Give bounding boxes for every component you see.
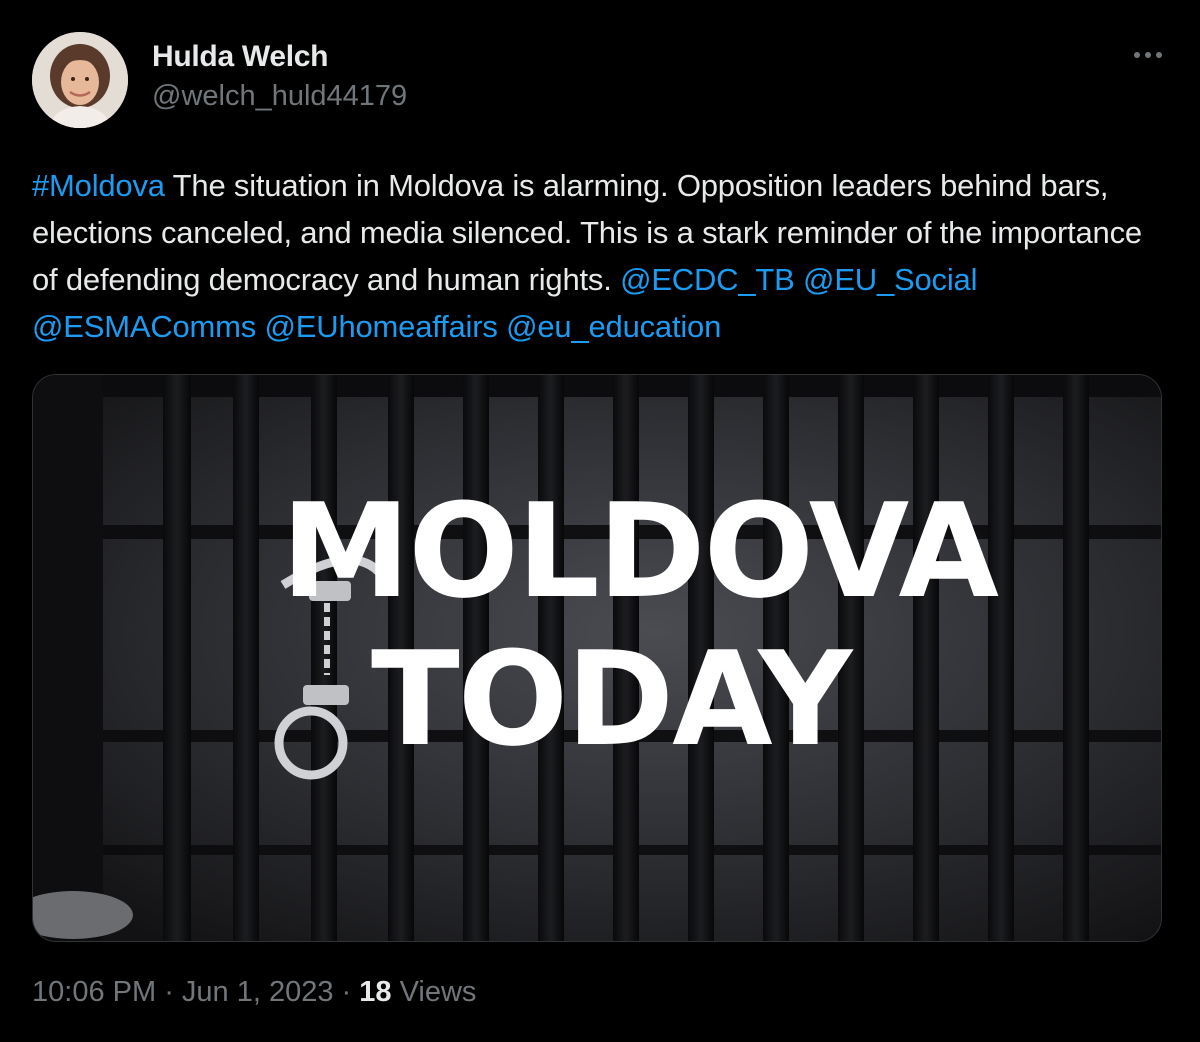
media-title-line1: MOLDOVA — [281, 475, 999, 627]
avatar-image — [32, 32, 128, 128]
meta-separator-2: · — [333, 976, 360, 1008]
mention-ecdc-tb[interactable]: @ECDC_TB — [620, 262, 795, 297]
views-count[interactable]: 18 — [359, 976, 391, 1008]
meta-separator: · — [156, 976, 182, 1008]
tweet-media-image[interactable]: MOLDOVA TODAY — [32, 374, 1162, 942]
tweet-card: Hulda Welch @welch_huld44179 #Moldova Th… — [0, 0, 1200, 1042]
media-title-line2: TODAY — [371, 623, 852, 775]
user-handle[interactable]: @welch_huld44179 — [152, 80, 407, 113]
views-label[interactable]: Views — [392, 976, 477, 1008]
tweet-date[interactable]: Jun 1, 2023 — [182, 976, 334, 1008]
more-horizontal-icon — [1134, 52, 1162, 58]
hashtag-moldova[interactable]: #Moldova — [32, 168, 165, 203]
tweet-time[interactable]: 10:06 PM — [32, 976, 156, 1008]
tweet-meta: 10:06 PM · Jun 1, 2023 · 18 Views — [32, 976, 476, 1009]
mention-euhomeaffairs[interactable]: @EUhomeaffairs — [265, 309, 498, 344]
more-button[interactable] — [1128, 40, 1168, 70]
media-title: MOLDOVA TODAY — [281, 475, 999, 775]
mention-eu-education[interactable]: @eu_education — [506, 309, 721, 344]
avatar[interactable] — [32, 32, 128, 128]
tweet-text: #Moldova The situation in Moldova is ala… — [32, 162, 1172, 350]
mention-eu-social[interactable]: @EU_Social — [803, 262, 977, 297]
mention-esmacomms[interactable]: @ESMAComms — [32, 309, 256, 344]
display-name[interactable]: Hulda Welch — [152, 40, 328, 74]
